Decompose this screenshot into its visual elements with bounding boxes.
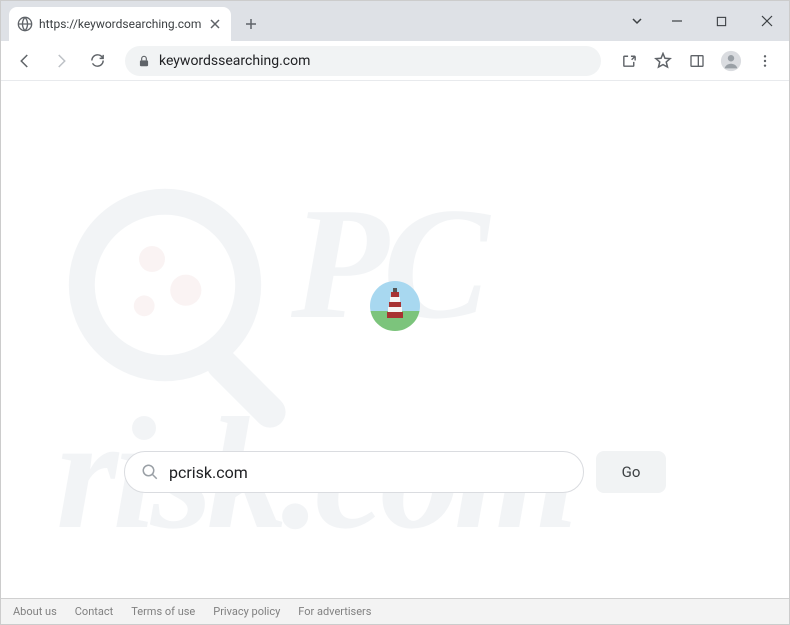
- globe-icon: [17, 16, 33, 32]
- browser-toolbar: keywordssearching.com: [1, 41, 789, 81]
- url-text: keywordssearching.com: [159, 53, 589, 69]
- back-button[interactable]: [9, 45, 41, 77]
- share-icon[interactable]: [613, 45, 645, 77]
- footer-link-privacy[interactable]: Privacy policy: [213, 605, 280, 618]
- tab-search-icon[interactable]: [620, 1, 654, 41]
- close-tab-icon[interactable]: [207, 16, 223, 32]
- minimize-button[interactable]: [654, 1, 699, 41]
- search-input[interactable]: [169, 463, 567, 482]
- site-logo: [370, 281, 420, 331]
- footer-link-contact[interactable]: Contact: [75, 605, 113, 618]
- page-content: PC risk.com Go: [1, 81, 789, 624]
- forward-button[interactable]: [45, 45, 77, 77]
- new-tab-button[interactable]: [237, 10, 265, 38]
- profile-avatar-icon[interactable]: [715, 45, 747, 77]
- search-box[interactable]: [124, 451, 584, 493]
- bookmark-star-icon[interactable]: [647, 45, 679, 77]
- search-icon: [141, 463, 159, 481]
- footer: About us Contact Terms of use Privacy po…: [1, 598, 789, 624]
- tab-title: https://keywordsearching.com: [39, 17, 201, 31]
- lighthouse-icon: [382, 288, 408, 324]
- footer-link-terms[interactable]: Terms of use: [131, 605, 195, 618]
- menu-dots-icon[interactable]: [749, 45, 781, 77]
- close-window-button[interactable]: [744, 1, 789, 41]
- watermark: PC risk.com: [1, 81, 789, 624]
- footer-link-about[interactable]: About us: [13, 605, 57, 618]
- go-button[interactable]: Go: [596, 451, 666, 493]
- reload-button[interactable]: [81, 45, 113, 77]
- address-bar[interactable]: keywordssearching.com: [125, 46, 601, 76]
- maximize-button[interactable]: [699, 1, 744, 41]
- footer-link-advertisers[interactable]: For advertisers: [298, 605, 371, 618]
- browser-tab[interactable]: https://keywordsearching.com: [9, 7, 231, 41]
- side-panel-icon[interactable]: [681, 45, 713, 77]
- lock-icon: [137, 54, 151, 68]
- window-titlebar: https://keywordsearching.com: [1, 1, 789, 41]
